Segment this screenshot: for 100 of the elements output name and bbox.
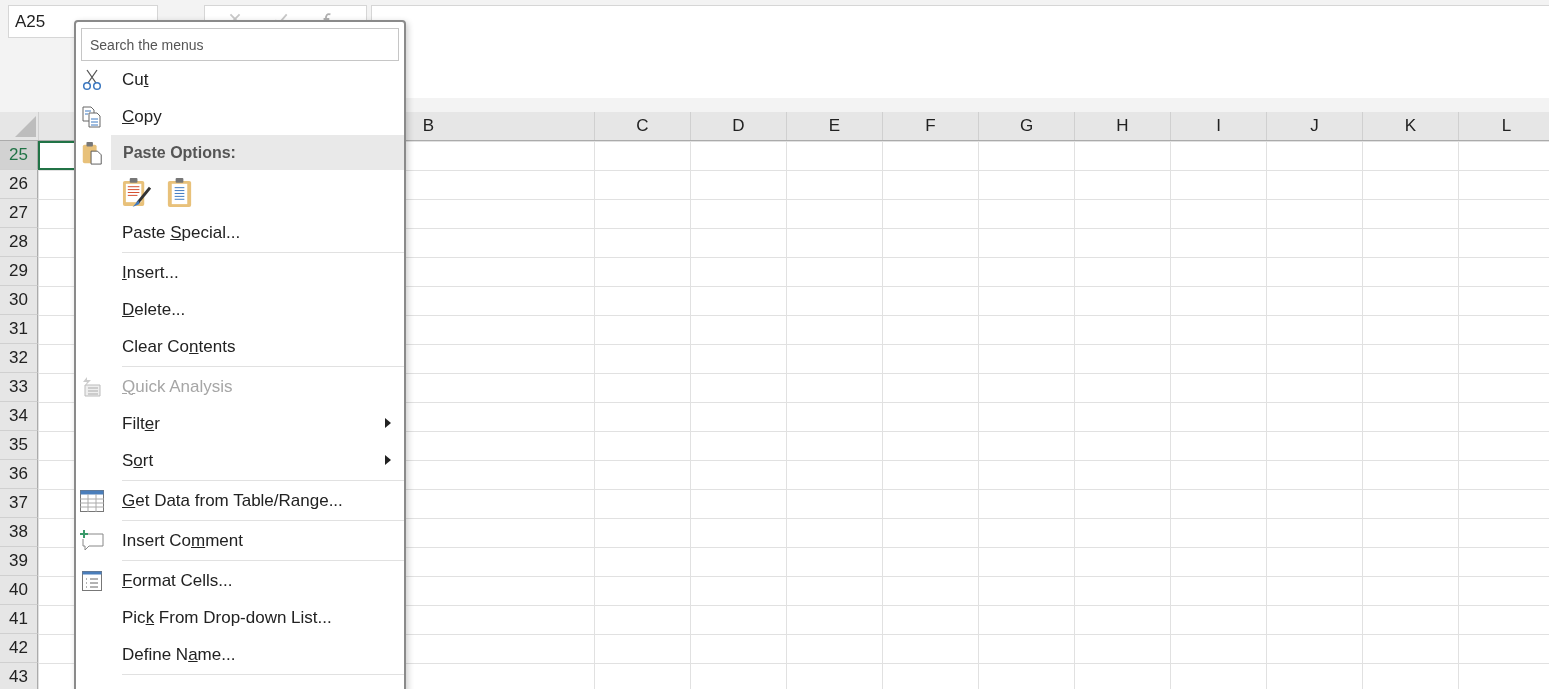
grid-cell[interactable] — [690, 286, 786, 315]
row-header[interactable]: 38 — [0, 518, 38, 547]
grid-cell[interactable] — [594, 402, 690, 431]
column-header[interactable]: D — [690, 112, 786, 140]
grid-cell[interactable] — [1074, 547, 1170, 576]
grid-cell[interactable] — [978, 634, 1074, 663]
grid-cell[interactable] — [1074, 228, 1170, 257]
grid-cell[interactable] — [978, 605, 1074, 634]
grid-cell[interactable] — [1170, 605, 1266, 634]
grid-cell[interactable] — [1074, 315, 1170, 344]
grid-cell[interactable] — [1170, 228, 1266, 257]
grid-cell[interactable] — [882, 315, 978, 344]
grid-cell[interactable] — [882, 634, 978, 663]
grid-cell[interactable] — [1458, 460, 1549, 489]
grid-cell[interactable] — [1362, 634, 1458, 663]
grid-cell[interactable] — [1170, 576, 1266, 605]
grid-cell[interactable] — [1362, 286, 1458, 315]
grid-cell[interactable] — [1458, 373, 1549, 402]
paste-icon[interactable] — [165, 176, 194, 208]
grid-cell[interactable] — [1266, 460, 1362, 489]
grid-cell[interactable] — [1170, 170, 1266, 199]
grid-cell[interactable] — [1266, 605, 1362, 634]
grid-cell[interactable] — [1458, 547, 1549, 576]
grid-cell[interactable] — [594, 431, 690, 460]
grid-cell[interactable] — [1074, 373, 1170, 402]
grid-cell[interactable] — [1458, 286, 1549, 315]
menu-item[interactable]: Format Cells... — [76, 562, 404, 599]
grid-cell[interactable] — [1458, 199, 1549, 228]
grid-cell[interactable] — [1170, 257, 1266, 286]
grid-cell[interactable] — [1458, 315, 1549, 344]
grid-cell[interactable] — [786, 634, 882, 663]
grid-cell[interactable] — [882, 576, 978, 605]
menu-item[interactable]: Filter — [76, 405, 404, 442]
menu-item[interactable]: Sort — [76, 442, 404, 482]
grid-cell[interactable] — [1074, 286, 1170, 315]
menu-item[interactable]: Cut — [76, 61, 404, 98]
menu-item[interactable]: Define Name... — [76, 636, 404, 676]
grid-cell[interactable] — [978, 286, 1074, 315]
grid-cell[interactable] — [978, 315, 1074, 344]
grid-cell[interactable] — [1362, 228, 1458, 257]
grid-cell[interactable] — [1266, 199, 1362, 228]
grid-cell[interactable] — [1458, 141, 1549, 170]
grid-cell[interactable] — [690, 518, 786, 547]
grid-cell[interactable] — [1362, 141, 1458, 170]
row-header[interactable]: 43 — [0, 663, 38, 689]
grid-cell[interactable] — [1266, 431, 1362, 460]
grid-cell[interactable] — [882, 228, 978, 257]
menu-item[interactable]: Pick From Drop-down List... — [76, 599, 404, 636]
paste-formatting-icon[interactable] — [122, 176, 151, 208]
row-header[interactable]: 39 — [0, 547, 38, 576]
grid-cell[interactable] — [594, 315, 690, 344]
grid-cell[interactable] — [1266, 228, 1362, 257]
row-header[interactable]: 41 — [0, 605, 38, 634]
grid-cell[interactable] — [1266, 315, 1362, 344]
grid-cell[interactable] — [786, 170, 882, 199]
grid-cell[interactable] — [978, 460, 1074, 489]
grid-cell[interactable] — [882, 199, 978, 228]
row-header[interactable]: 40 — [0, 576, 38, 605]
grid-cell[interactable] — [1458, 518, 1549, 547]
grid-cell[interactable] — [978, 547, 1074, 576]
grid-cell[interactable] — [1074, 170, 1170, 199]
grid-cell[interactable] — [1458, 605, 1549, 634]
grid-cell[interactable] — [594, 634, 690, 663]
grid-cell[interactable] — [786, 489, 882, 518]
grid-cell[interactable] — [786, 547, 882, 576]
grid-cell[interactable] — [1266, 489, 1362, 518]
grid-cell[interactable] — [1362, 547, 1458, 576]
grid-cell[interactable] — [594, 257, 690, 286]
grid-cell[interactable] — [786, 576, 882, 605]
grid-cell[interactable] — [882, 286, 978, 315]
grid-cell[interactable] — [786, 518, 882, 547]
grid-cell[interactable] — [882, 460, 978, 489]
grid-cell[interactable] — [690, 373, 786, 402]
grid-cell[interactable] — [690, 228, 786, 257]
grid-cell[interactable] — [1074, 402, 1170, 431]
grid-cell[interactable] — [1170, 199, 1266, 228]
grid-cell[interactable] — [1074, 257, 1170, 286]
grid-cell[interactable] — [786, 431, 882, 460]
grid-cell[interactable] — [1170, 402, 1266, 431]
grid-cell[interactable] — [978, 199, 1074, 228]
grid-cell[interactable] — [882, 373, 978, 402]
grid-cell[interactable] — [882, 547, 978, 576]
grid-cell[interactable] — [1266, 286, 1362, 315]
grid-cell[interactable] — [978, 373, 1074, 402]
grid-cell[interactable] — [1458, 228, 1549, 257]
menu-item[interactable]: Get Data from Table/Range... — [76, 482, 404, 522]
grid-cell[interactable] — [594, 199, 690, 228]
grid-cell[interactable] — [1458, 431, 1549, 460]
grid-cell[interactable] — [1170, 141, 1266, 170]
grid-cell[interactable] — [786, 315, 882, 344]
grid-cell[interactable] — [1266, 634, 1362, 663]
grid-cell[interactable] — [1458, 576, 1549, 605]
grid-cell[interactable] — [1362, 402, 1458, 431]
grid-cell[interactable] — [1170, 460, 1266, 489]
grid-cell[interactable] — [1170, 315, 1266, 344]
grid-cell[interactable] — [1362, 170, 1458, 199]
grid-cell[interactable] — [1266, 402, 1362, 431]
menu-item[interactable]: Delete... — [76, 291, 404, 328]
grid-cell[interactable] — [1266, 257, 1362, 286]
column-header[interactable]: H — [1074, 112, 1170, 140]
